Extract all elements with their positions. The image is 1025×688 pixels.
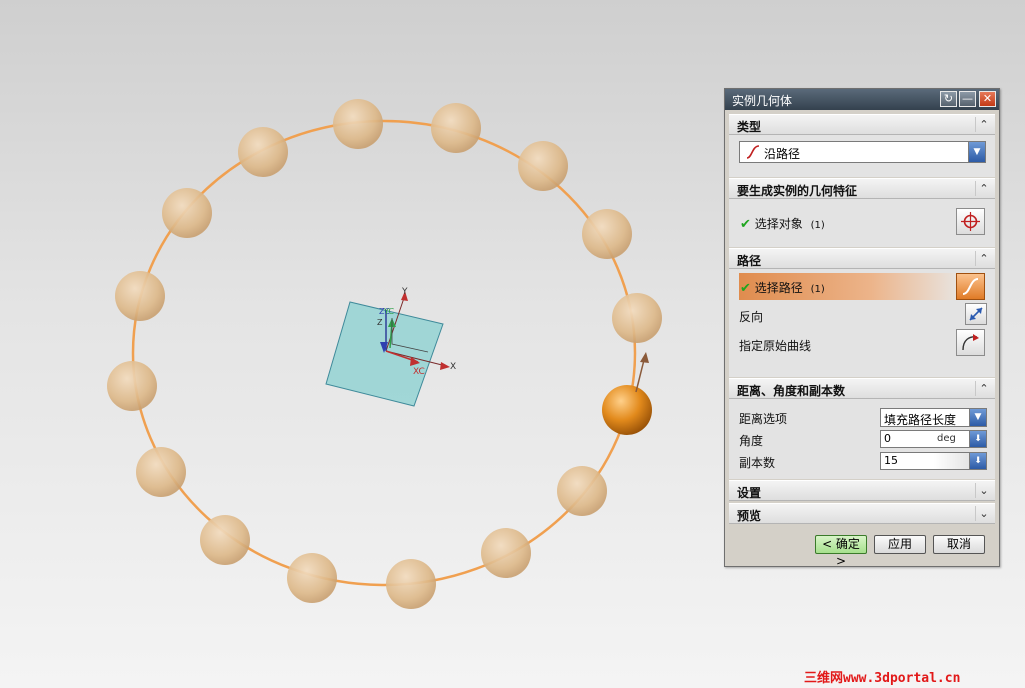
origin-curve-button[interactable] (956, 329, 985, 356)
axis-label-yc: YC (383, 307, 394, 316)
cancel-button[interactable]: 取消 (933, 535, 985, 554)
chevron-up-icon[interactable]: ⌃ (975, 117, 992, 132)
select-path-button[interactable] (956, 273, 985, 300)
minimize-icon[interactable]: — (959, 91, 976, 107)
dialog-titlebar[interactable]: 实例几何体 ↻ — ✕ (725, 89, 999, 110)
close-icon[interactable]: ✕ (979, 91, 996, 107)
curve-arrow-icon (962, 334, 979, 351)
dialog-button-bar: < 确定 > 应用 取消 (725, 535, 999, 568)
distance-option-dropdown[interactable]: 填充路径长度 ▼ (880, 408, 987, 427)
copies-value: 15 (884, 454, 898, 467)
instance-sphere (582, 209, 632, 259)
instance-sphere (431, 103, 481, 153)
section-title-type: 类型 (737, 120, 762, 134)
section-header-type[interactable]: 类型 ⌃ (729, 114, 995, 135)
angle-input[interactable]: 0 deg ⬇ (880, 430, 987, 448)
chevron-up-icon[interactable]: ⌃ (975, 181, 992, 196)
copies-input[interactable]: 15 ⬇ (880, 452, 987, 470)
section-body-distance: 距离选项 填充路径长度 ▼ 角度 0 deg ⬇ 副本数 15 ⬇ (729, 399, 995, 479)
instance-sphere (287, 553, 337, 603)
instance-sphere (518, 141, 568, 191)
instance-sphere (557, 466, 607, 516)
select-path-row[interactable]: ✔ 选择路径 (1) (739, 273, 959, 300)
crosshair-icon (961, 212, 980, 231)
chevron-down-icon[interactable]: ⌄ (975, 483, 992, 498)
instance-sphere (481, 528, 531, 578)
angle-label: 角度 (739, 434, 764, 448)
select-path-label: 选择路径 (754, 281, 803, 295)
section-title-settings: 设置 (737, 486, 762, 500)
reverse-button[interactable] (965, 303, 987, 325)
instance-sphere (238, 127, 288, 177)
angle-unit: deg (937, 433, 956, 444)
instance-sphere (200, 515, 250, 565)
axis-label-z: Z (377, 318, 383, 327)
section-title-features: 要生成实例的几何特征 (737, 184, 858, 198)
section-title-distance: 距离、角度和副本数 (737, 384, 846, 398)
instance-sphere (107, 361, 157, 411)
type-dropdown-value: 沿路径 (764, 147, 801, 161)
section-header-features[interactable]: 要生成实例的几何特征 ⌃ (729, 178, 995, 199)
section-header-settings[interactable]: 设置 ⌄ (729, 480, 995, 501)
select-object-count: (1) (810, 220, 825, 231)
reset-icon[interactable]: ↻ (940, 91, 957, 107)
angle-value: 0 (884, 432, 891, 445)
instance-sphere (386, 559, 436, 609)
section-body-features: ✔ 选择对象 (1) (729, 199, 995, 247)
instance-sphere (136, 447, 186, 497)
select-path-count: (1) (810, 284, 825, 295)
chevron-up-icon[interactable]: ⌃ (975, 381, 992, 396)
reverse-direction-icon (969, 307, 983, 321)
section-body-path: ✔ 选择路径 (1) 反向 指定原始曲线 (729, 269, 995, 377)
copies-label: 副本数 (739, 456, 776, 470)
type-dropdown[interactable]: 沿路径 ▼ (739, 141, 986, 163)
origin-curve-label: 指定原始曲线 (739, 339, 812, 353)
section-header-distance[interactable]: 距离、角度和副本数 ⌃ (729, 378, 995, 399)
datum-plane[interactable] (325, 301, 444, 407)
distance-option-label: 距离选项 (739, 412, 788, 426)
axis-label-y: Y (401, 287, 408, 297)
reverse-label: 反向 (739, 310, 764, 324)
instance-geometry-dialog: 实例几何体 ↻ — ✕ 类型 ⌃ 沿路径 ▼ 要生成实例的几何特征 ⌃ ✔ 选择… (724, 88, 1000, 568)
instance-sphere (333, 99, 383, 149)
distance-option-value: 填充路径长度 (884, 413, 957, 427)
chevron-down-icon[interactable]: ⌄ (975, 506, 992, 521)
axis-label-xc: XC (413, 367, 425, 377)
arrow-down-icon[interactable]: ⬇ (969, 453, 986, 469)
source-sphere[interactable] (602, 385, 652, 435)
direction-arrow-head (640, 352, 649, 363)
select-object-button[interactable] (956, 208, 985, 235)
watermark: 三维网www.3dportal.cn (804, 671, 961, 686)
instance-sphere (612, 293, 662, 343)
chevron-up-icon[interactable]: ⌃ (975, 251, 992, 266)
arrow-down-icon[interactable]: ⬇ (969, 431, 986, 447)
check-icon: ✔ (740, 217, 751, 232)
axis-label-x: X (450, 362, 456, 372)
chevron-down-icon[interactable]: ▼ (968, 142, 985, 162)
path-curve-icon (746, 145, 760, 159)
section-title-path: 路径 (737, 254, 762, 268)
select-object-row[interactable]: ✔ 选择对象 (1) (740, 215, 825, 232)
chevron-down-icon[interactable]: ▼ (969, 409, 986, 426)
instance-sphere (115, 271, 165, 321)
dialog-title: 实例几何体 (732, 94, 793, 108)
section-header-path[interactable]: 路径 ⌃ (729, 248, 995, 269)
section-header-preview[interactable]: 预览 ⌄ (729, 503, 995, 524)
instance-sphere (162, 188, 212, 238)
check-icon: ✔ (740, 281, 751, 296)
section-title-preview: 预览 (737, 509, 762, 523)
path-curve-icon (962, 278, 979, 295)
section-body-type: 沿路径 ▼ (729, 135, 995, 177)
ok-button[interactable]: < 确定 > (815, 535, 867, 568)
select-object-label: 选择对象 (754, 217, 803, 231)
apply-button[interactable]: 应用 (874, 535, 926, 554)
